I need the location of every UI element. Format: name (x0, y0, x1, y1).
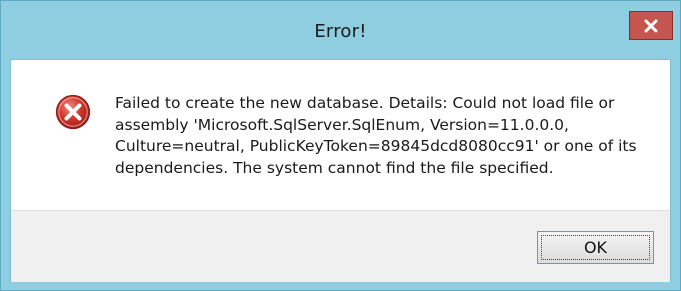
button-bar: OK (11, 210, 670, 282)
ok-button[interactable]: OK (537, 231, 654, 264)
error-message: Failed to create the new database. Detai… (115, 94, 637, 177)
dialog-content: Failed to create the new database. Detai… (10, 59, 671, 282)
window-title: Error! (314, 21, 367, 42)
close-button[interactable] (629, 11, 673, 40)
title-bar[interactable]: Error! (1, 1, 680, 59)
error-dialog-window: Error! Failed to create the new database… (0, 0, 681, 291)
close-icon (644, 19, 658, 32)
error-icon (55, 94, 91, 130)
